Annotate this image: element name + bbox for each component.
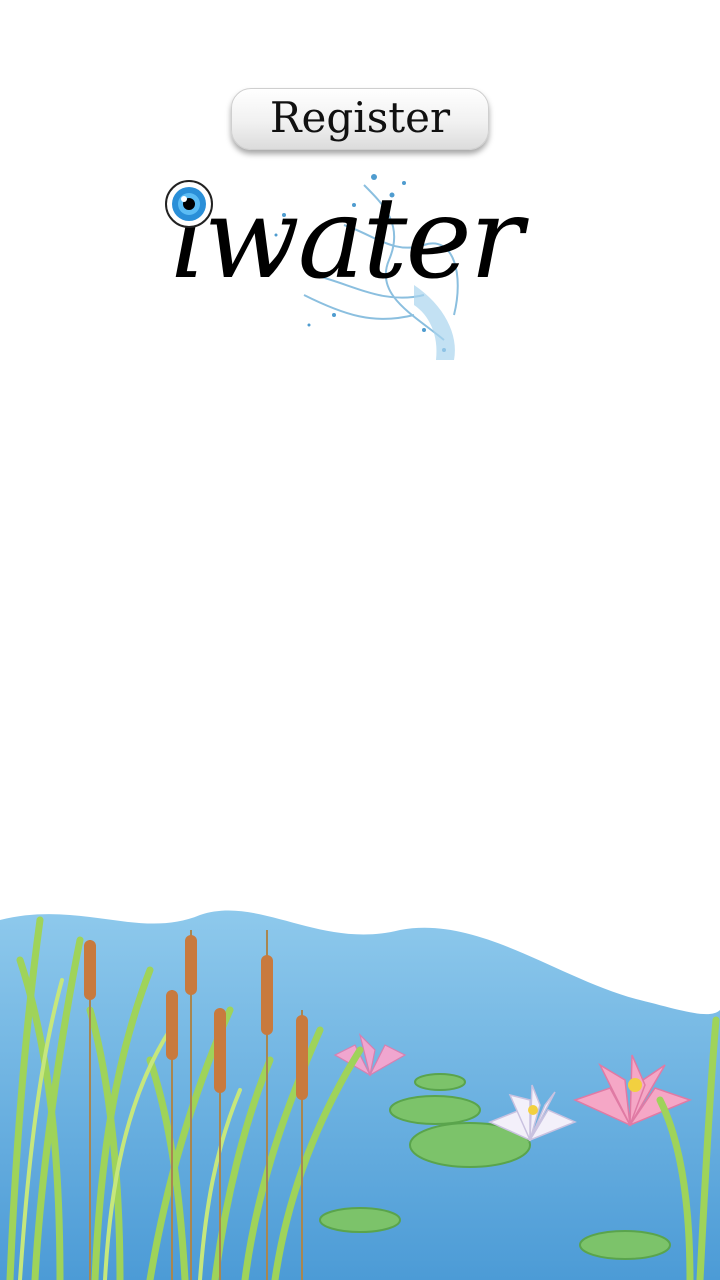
pond-background <box>0 910 720 1280</box>
eye-icon <box>165 180 213 228</box>
logo-text: iwater <box>170 174 523 304</box>
iwater-logo: iwater <box>160 165 570 360</box>
register-button[interactable]: Register <box>231 88 489 150</box>
